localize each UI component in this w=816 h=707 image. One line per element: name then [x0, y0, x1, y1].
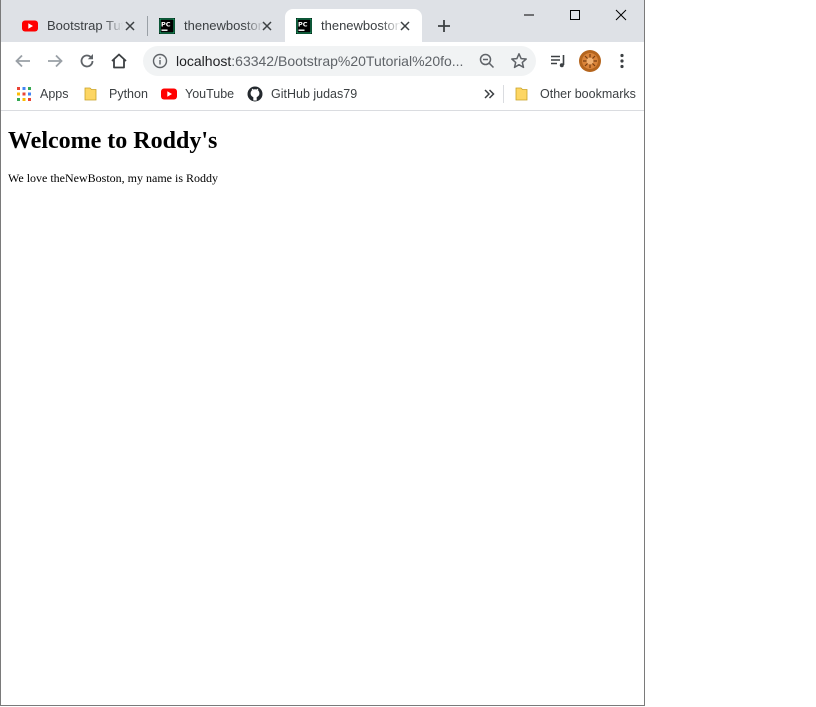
plus-icon: [438, 20, 450, 32]
bookmark-github[interactable]: GitHub judas79: [247, 84, 357, 104]
maximize-icon: [570, 10, 580, 20]
tab-title: thenewboston: [184, 18, 264, 33]
tab-bootstrap-tutorial[interactable]: Bootstrap Tutorial: [1, 9, 147, 42]
bookmark-label: YouTube: [185, 87, 235, 101]
bookmark-apps[interactable]: Apps: [16, 84, 69, 104]
pycharm-icon: PC: [296, 17, 312, 34]
folder-icon: [515, 87, 528, 101]
menu-button[interactable]: [608, 47, 636, 75]
tab-title: thenewboston: [321, 18, 401, 33]
browser-window: Bootstrap Tutorial PC thenewboston PC: [0, 0, 645, 706]
bookmarks-divider: [503, 85, 504, 103]
reload-icon: [80, 54, 94, 68]
page-heading: Welcome to Roddy's: [8, 128, 218, 154]
svg-text:PC: PC: [161, 20, 171, 28]
kebab-menu-icon: [620, 53, 624, 69]
playlist-icon: [551, 55, 565, 68]
zoom-out-icon[interactable]: [479, 53, 495, 69]
minimize-button[interactable]: [506, 0, 552, 30]
folder-icon: [84, 87, 97, 101]
new-tab-button[interactable]: [432, 14, 456, 38]
avatar: [579, 50, 601, 72]
bookmark-label: Other bookmarks: [540, 87, 636, 101]
bookmark-label: Python: [109, 87, 148, 101]
tab-strip: Bootstrap Tutorial PC thenewboston PC: [1, 0, 644, 42]
home-icon: [111, 53, 127, 69]
profile-button[interactable]: [576, 47, 604, 75]
home-button[interactable]: [105, 47, 133, 75]
youtube-icon: [161, 88, 177, 100]
tab-thenewboston-active[interactable]: PC thenewboston: [285, 9, 422, 42]
close-tab-icon[interactable]: [397, 18, 413, 34]
close-tab-icon[interactable]: [122, 18, 138, 34]
double-chevron-right-icon: [484, 89, 495, 99]
star-icon[interactable]: [510, 52, 528, 70]
bookmark-other[interactable]: Other bookmarks: [514, 84, 636, 104]
bookmarks-bar: Apps Python YouTube GitHub judas79 Other…: [1, 79, 644, 111]
arrow-left-icon: [15, 54, 30, 68]
url-text[interactable]: localhost:63342/Bootstrap%20Tutorial%20f…: [176, 53, 463, 69]
bookmark-python[interactable]: Python: [83, 84, 148, 104]
reload-button[interactable]: [73, 47, 101, 75]
page-paragraph: We love theNewBoston, my name is Roddy: [8, 171, 219, 185]
github-icon: [247, 86, 263, 102]
apps-grid-icon: [17, 87, 31, 101]
info-icon[interactable]: [152, 53, 168, 69]
pycharm-icon: PC: [159, 17, 175, 34]
bookmark-label: Apps: [40, 87, 69, 101]
forward-button[interactable]: [41, 47, 69, 75]
media-controls-button[interactable]: [544, 47, 572, 75]
close-tab-icon[interactable]: [259, 18, 275, 34]
address-bar[interactable]: localhost:63342/Bootstrap%20Tutorial%20f…: [143, 46, 536, 76]
tab-thenewboston-1[interactable]: PC thenewboston: [138, 9, 284, 42]
maximize-button[interactable]: [552, 0, 598, 30]
close-window-button[interactable]: [598, 0, 644, 30]
url-host: localhost: [176, 53, 232, 69]
youtube-icon: [22, 20, 38, 31]
minimize-icon: [524, 14, 534, 16]
url-path: :63342/Bootstrap%20Tutorial%20fo...: [231, 53, 464, 69]
bookmark-label: GitHub judas79: [271, 87, 358, 101]
arrow-right-icon: [48, 54, 63, 68]
back-button[interactable]: [9, 47, 37, 75]
tab-title: Bootstrap Tutorial: [47, 18, 123, 33]
page-content: Welcome to Roddy's We love theNewBoston,…: [1, 111, 644, 705]
close-icon: [615, 9, 627, 21]
bookmark-youtube[interactable]: YouTube: [161, 84, 234, 104]
bookmarks-overflow-button[interactable]: [483, 84, 495, 104]
browser-toolbar: localhost:63342/Bootstrap%20Tutorial%20f…: [1, 42, 644, 79]
svg-text:PC: PC: [298, 20, 308, 28]
